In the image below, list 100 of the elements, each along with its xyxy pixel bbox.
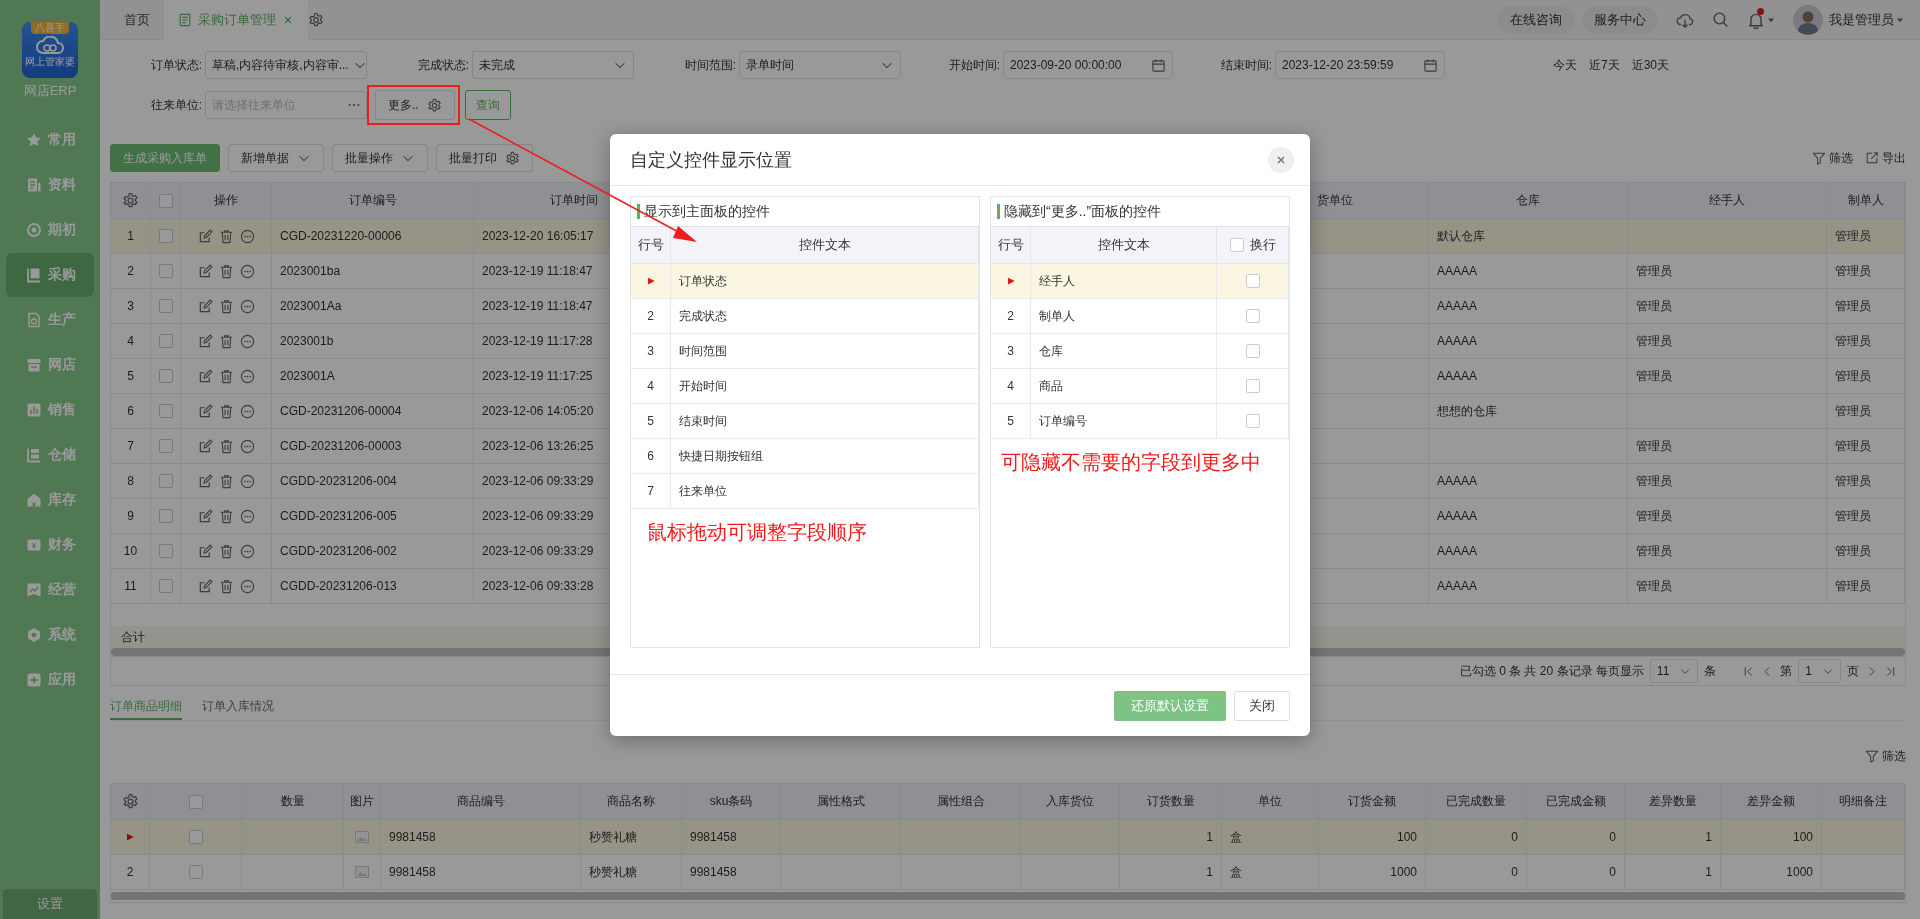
delete-icon[interactable] [218, 543, 234, 559]
print-button[interactable]: 批量打印 [436, 144, 533, 172]
close-button[interactable]: 关闭 [1234, 691, 1290, 721]
checkbox[interactable] [1245, 414, 1260, 428]
delete-icon[interactable] [218, 438, 234, 454]
dropdown[interactable]: 录单时间 [739, 51, 901, 79]
table-cell[interactable]: 商品 [1031, 369, 1217, 404]
filter-link[interactable]: 筛选 [1865, 747, 1906, 765]
delete-icon[interactable] [218, 228, 234, 244]
checkbox[interactable] [1245, 309, 1260, 323]
checkbox[interactable] [158, 369, 173, 383]
date-field[interactable]: 2023-12-20 23:59:59 [1275, 51, 1445, 79]
more-icon[interactable] [239, 263, 255, 279]
filter-link[interactable]: 筛选 [1812, 149, 1853, 167]
page-select[interactable]: 1 [1798, 659, 1841, 683]
more-icon[interactable] [239, 438, 255, 454]
logo-badge: 八喜手 [31, 22, 69, 34]
delete-icon[interactable] [218, 578, 234, 594]
table-cell[interactable]: 结束时间 [671, 404, 979, 439]
checkbox[interactable] [1245, 344, 1260, 358]
edit-icon[interactable] [197, 228, 213, 244]
delete-icon[interactable] [218, 263, 234, 279]
date-shortcut[interactable]: 今天 [1553, 56, 1577, 74]
edit-icon[interactable] [197, 578, 213, 594]
edit-icon[interactable] [197, 263, 213, 279]
edit-icon[interactable] [197, 368, 213, 384]
calendar-icon[interactable] [1151, 57, 1166, 73]
settings-icon[interactable] [121, 793, 139, 810]
date-shortcut[interactable]: 近30天 [1631, 56, 1670, 74]
checkbox[interactable] [158, 229, 173, 243]
dropdown-button[interactable]: 新增单据 [228, 144, 324, 172]
search-icon[interactable] [1712, 11, 1729, 28]
table-cell[interactable]: 完成状态 [671, 299, 979, 334]
settings-icon[interactable] [308, 11, 324, 28]
more-button[interactable]: 更多.. [375, 90, 455, 120]
checkbox[interactable] [1229, 238, 1244, 252]
checkbox[interactable] [158, 264, 173, 278]
table-cell[interactable]: 仓库 [1031, 334, 1217, 369]
settings-icon[interactable] [122, 192, 139, 209]
more-icon[interactable] [239, 368, 255, 384]
checkbox[interactable] [158, 334, 173, 348]
header-link[interactable]: 服务中心 [1582, 5, 1658, 34]
delete-icon[interactable] [218, 368, 234, 384]
edit-icon[interactable] [197, 333, 213, 349]
more-icon[interactable] [239, 473, 255, 489]
edit-icon[interactable] [197, 473, 213, 489]
tab[interactable]: 首页 [110, 0, 164, 40]
more-icon[interactable] [239, 508, 255, 524]
date-field[interactable]: 2023-09-20 00:00:00 [1003, 51, 1173, 79]
more-icon[interactable] [239, 403, 255, 419]
checkbox[interactable] [188, 865, 203, 879]
more-icon[interactable] [239, 228, 255, 244]
export-link[interactable]: 导出 [1865, 149, 1906, 167]
table-cell[interactable]: 订单编号 [1031, 404, 1217, 439]
horizontal-scrollbar[interactable] [111, 892, 1905, 900]
checkbox[interactable] [158, 579, 173, 593]
edit-icon[interactable] [197, 543, 213, 559]
delete-icon[interactable] [218, 333, 234, 349]
dropdown-button[interactable]: 批量操作 [332, 144, 428, 172]
delete-icon[interactable] [218, 473, 234, 489]
dropdown[interactable]: 未完成 [472, 51, 634, 79]
table-cell[interactable]: 开始时间 [671, 369, 979, 404]
checkbox[interactable] [158, 544, 173, 558]
checkbox[interactable] [188, 830, 203, 844]
edit-icon[interactable] [197, 508, 213, 524]
more-icon[interactable] [239, 543, 255, 559]
table-cell[interactable]: 订单状态 [671, 264, 979, 299]
checkbox[interactable] [188, 794, 203, 809]
checkbox[interactable] [158, 299, 173, 313]
table-cell[interactable]: 快捷日期按钮组 [671, 439, 979, 474]
checkbox[interactable] [1245, 274, 1260, 288]
checkbox[interactable] [158, 509, 173, 523]
last-page-icon[interactable] [1884, 664, 1897, 678]
avatar[interactable] [1793, 4, 1823, 35]
checkbox[interactable] [158, 439, 173, 453]
edit-icon[interactable] [197, 438, 213, 454]
more-icon[interactable] [239, 578, 255, 594]
delete-icon[interactable] [218, 403, 234, 419]
more-icon[interactable] [239, 298, 255, 314]
checkbox[interactable] [158, 474, 173, 488]
page-size-select[interactable]: 11 [1649, 659, 1699, 683]
delete-icon[interactable] [218, 298, 234, 314]
checkbox[interactable] [158, 404, 173, 418]
more-icon[interactable] [239, 333, 255, 349]
dropdown[interactable]: 草稿,内容待审核,内容审... [205, 51, 367, 79]
header-link[interactable]: 在线咨询 [1498, 5, 1574, 34]
table-cell[interactable]: 时间范围 [671, 334, 979, 369]
user-name[interactable]: 我是管理员 [1829, 10, 1894, 29]
calendar-icon[interactable] [1423, 57, 1438, 73]
table-cell[interactable]: 制单人 [1031, 299, 1217, 334]
checkbox[interactable] [158, 193, 173, 208]
close-button[interactable] [1268, 146, 1294, 173]
tab[interactable]: 订单入库情况 [202, 694, 274, 720]
table-cell[interactable]: 经手人 [1031, 264, 1217, 299]
edit-icon[interactable] [197, 298, 213, 314]
checkbox[interactable] [1245, 379, 1260, 393]
edit-icon[interactable] [197, 403, 213, 419]
delete-icon[interactable] [218, 508, 234, 524]
date-shortcut[interactable]: 近7天 [1589, 56, 1620, 74]
table-cell[interactable]: 往来单位 [671, 474, 979, 509]
